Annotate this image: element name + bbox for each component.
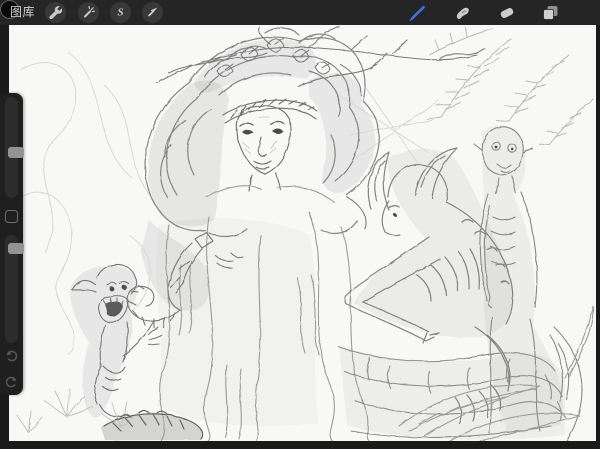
layers-icon bbox=[540, 3, 560, 23]
smudge-tool-button[interactable] bbox=[452, 2, 474, 24]
brush-sidebar bbox=[0, 93, 23, 395]
magic-wand-icon bbox=[82, 6, 95, 19]
opacity-slider-handle[interactable] bbox=[8, 243, 24, 254]
selection-button[interactable]: S bbox=[110, 2, 131, 23]
transform-arrow-icon bbox=[146, 6, 159, 19]
paint-tool-button[interactable] bbox=[407, 2, 429, 24]
modify-button[interactable] bbox=[5, 210, 18, 223]
redo-arrow-icon[interactable] bbox=[4, 374, 19, 389]
gallery-button[interactable]: 图库 bbox=[10, 0, 35, 25]
drawing-canvas[interactable] bbox=[9, 25, 596, 441]
brush-size-slider-handle[interactable] bbox=[8, 147, 24, 158]
transform-button[interactable] bbox=[142, 2, 163, 23]
actions-button[interactable] bbox=[45, 2, 66, 23]
opacity-slider[interactable] bbox=[5, 235, 18, 343]
artwork-sketch bbox=[9, 25, 596, 441]
adjustments-button[interactable] bbox=[78, 2, 99, 23]
smudge-finger-icon bbox=[453, 3, 473, 23]
erase-tool-button[interactable] bbox=[496, 2, 518, 24]
selection-s-icon: S bbox=[117, 6, 123, 18]
brush-size-slider[interactable] bbox=[5, 97, 18, 198]
brush-stroke-icon bbox=[408, 3, 428, 23]
undo-arrow-icon[interactable] bbox=[4, 348, 19, 363]
top-toolbar: 图库 S bbox=[0, 0, 600, 25]
procreate-window: 图库 S bbox=[0, 0, 600, 449]
layers-button[interactable] bbox=[539, 2, 561, 24]
eraser-icon bbox=[497, 3, 517, 23]
wrench-icon bbox=[49, 6, 62, 19]
